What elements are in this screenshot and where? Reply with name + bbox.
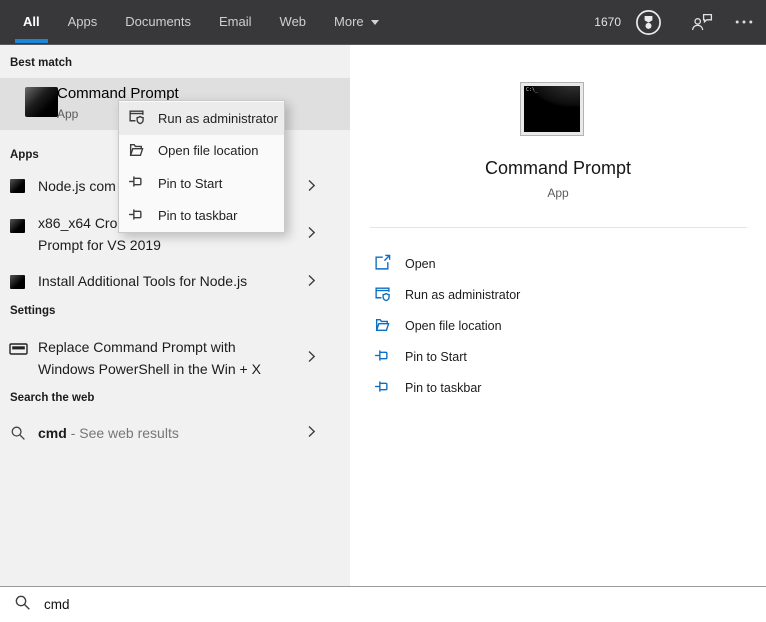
web-search-suffix: - See web results bbox=[71, 425, 179, 441]
menu-item-pin-to-start[interactable]: Pin to Start bbox=[119, 167, 284, 200]
tab-documents[interactable]: Documents bbox=[125, 0, 191, 44]
window-shield-icon bbox=[374, 285, 391, 305]
list-item-label: Install Additional Tools for Node.js bbox=[38, 273, 247, 289]
topbar-right-cluster: 1670 bbox=[594, 0, 753, 44]
apps-header: Apps bbox=[10, 149, 39, 161]
menu-item-pin-to-taskbar[interactable]: Pin to taskbar bbox=[119, 200, 284, 233]
chevron-right-icon[interactable] bbox=[305, 179, 317, 197]
search-input-value[interactable]: cmd bbox=[44, 597, 70, 612]
monitor-icon bbox=[9, 342, 28, 362]
tab-web[interactable]: Web bbox=[280, 0, 307, 44]
tab-documents-label: Documents bbox=[125, 0, 191, 44]
search-filter-bar: All Apps Documents Email Web More 1670 bbox=[0, 0, 766, 45]
rewards-points: 1670 bbox=[594, 15, 621, 29]
web-search-query: cmd bbox=[38, 425, 67, 441]
web-search-label: cmd - See web results bbox=[38, 425, 179, 441]
windows-search-flyout: All Apps Documents Email Web More 1670 bbox=[0, 0, 766, 622]
menu-item-label: Pin to taskbar bbox=[158, 208, 238, 223]
ellipsis-icon[interactable] bbox=[735, 20, 753, 24]
open-window-icon bbox=[374, 254, 391, 274]
action-pin-to-start[interactable]: Pin to Start bbox=[374, 341, 520, 372]
feedback-icon[interactable] bbox=[691, 13, 713, 31]
list-item-label: Node.js com bbox=[38, 178, 116, 194]
window-shield-icon bbox=[128, 108, 145, 128]
search-icon bbox=[10, 425, 26, 446]
preview-title: Command Prompt bbox=[350, 158, 766, 179]
menu-item-run-as-administrator[interactable]: Run as administrator bbox=[119, 102, 284, 135]
menu-item-label: Open file location bbox=[158, 143, 258, 158]
menu-item-label: Pin to Start bbox=[158, 176, 222, 191]
preview-subtitle: App bbox=[350, 186, 766, 200]
pin-icon bbox=[374, 378, 391, 398]
best-match-header: Best match bbox=[10, 57, 72, 69]
chevron-down-icon bbox=[371, 20, 379, 25]
menu-item-open-file-location[interactable]: Open file location bbox=[119, 135, 284, 168]
settings-header: Settings bbox=[10, 305, 55, 317]
filter-tabs: All Apps Documents Email Web More bbox=[23, 0, 379, 44]
action-label: Run as administrator bbox=[405, 288, 520, 302]
terminal-app-icon bbox=[10, 219, 25, 233]
chevron-right-icon[interactable] bbox=[305, 226, 317, 244]
command-prompt-icon bbox=[25, 87, 58, 117]
chevron-right-icon[interactable] bbox=[305, 274, 317, 292]
action-label: Pin to Start bbox=[405, 350, 467, 364]
terminal-app-icon bbox=[10, 275, 25, 289]
search-icon bbox=[14, 594, 31, 616]
tab-all[interactable]: All bbox=[23, 0, 40, 44]
tab-more-label: More bbox=[334, 0, 364, 44]
list-item-label-line1: x86_x64 Cro bbox=[38, 215, 117, 231]
tab-apps-label: Apps bbox=[68, 0, 98, 44]
action-label: Open bbox=[405, 257, 436, 271]
preview-panel: C:\_ Command Prompt App Open Run as admi… bbox=[350, 45, 766, 586]
list-item-replace-cmd-powershell[interactable]: Replace Command Prompt with Windows Powe… bbox=[0, 335, 350, 385]
chevron-right-icon[interactable] bbox=[305, 425, 317, 443]
pin-icon bbox=[128, 173, 145, 193]
tab-web-label: Web bbox=[280, 0, 307, 44]
menu-item-label: Run as administrator bbox=[158, 111, 278, 126]
action-pin-to-taskbar[interactable]: Pin to taskbar bbox=[374, 372, 520, 403]
context-menu: Run as administrator Open file location … bbox=[118, 100, 285, 233]
search-web-header: Search the web bbox=[10, 392, 94, 404]
best-match-subtitle: App bbox=[57, 107, 78, 121]
action-open[interactable]: Open bbox=[374, 248, 520, 279]
tab-all-label: All bbox=[23, 0, 40, 44]
terminal-app-icon bbox=[10, 179, 25, 193]
pin-icon bbox=[128, 206, 145, 226]
list-item-label-line2: Prompt for VS 2019 bbox=[38, 237, 161, 253]
tab-more[interactable]: More bbox=[334, 0, 379, 44]
folder-icon bbox=[128, 141, 145, 161]
tab-apps[interactable]: Apps bbox=[68, 0, 98, 44]
action-run-as-administrator[interactable]: Run as administrator bbox=[374, 279, 520, 310]
divider bbox=[370, 227, 747, 228]
action-label: Pin to taskbar bbox=[405, 381, 481, 395]
tab-email[interactable]: Email bbox=[219, 0, 252, 44]
action-open-file-location[interactable]: Open file location bbox=[374, 310, 520, 341]
command-prompt-icon: C:\_ bbox=[521, 83, 583, 135]
preview-actions: Open Run as administrator Open file loca… bbox=[374, 248, 520, 403]
folder-icon bbox=[374, 316, 391, 336]
taskbar-search-box[interactable]: cmd bbox=[0, 586, 766, 622]
chevron-right-icon[interactable] bbox=[305, 350, 317, 368]
action-label: Open file location bbox=[405, 319, 502, 333]
list-item-label-line2: Windows PowerShell in the Win + X bbox=[38, 361, 261, 377]
tab-email-label: Email bbox=[219, 0, 252, 44]
list-item-install-tools[interactable]: Install Additional Tools for Node.js bbox=[0, 271, 350, 297]
list-item-web-search[interactable]: cmd - See web results bbox=[0, 421, 350, 449]
rewards-medal-icon[interactable] bbox=[635, 9, 662, 36]
list-item-label-line1: Replace Command Prompt with bbox=[38, 339, 236, 355]
pin-icon bbox=[374, 347, 391, 367]
